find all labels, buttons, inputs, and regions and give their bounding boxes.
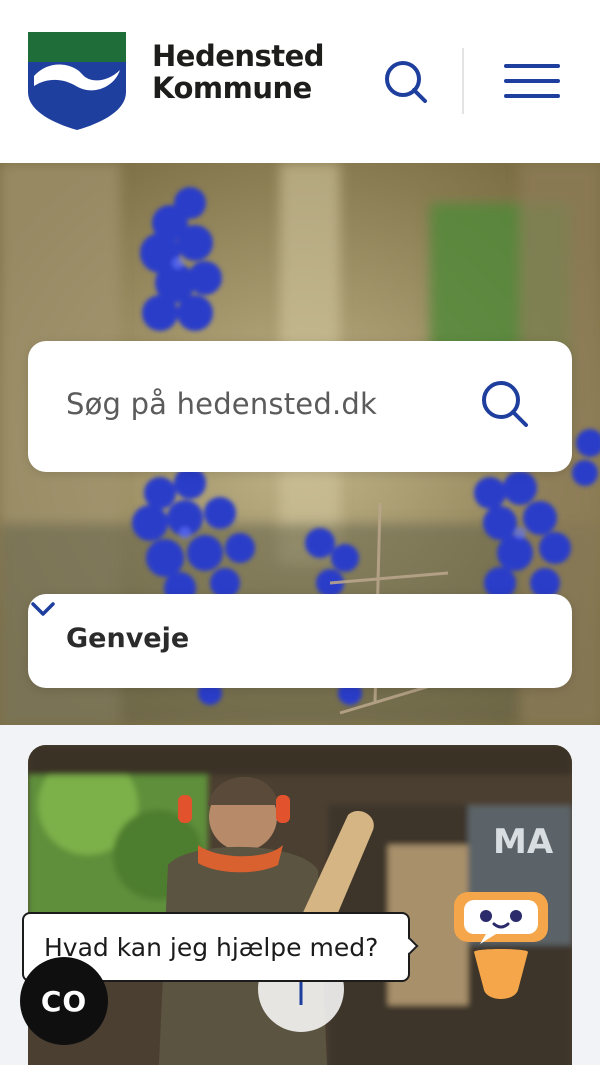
hero-section: Søg på hedensted.dk Genveje — [0, 163, 600, 725]
header-search-button[interactable] — [380, 56, 432, 108]
chevron-down-icon — [31, 602, 55, 616]
search-icon — [385, 61, 427, 103]
shortcuts-label: Genveje — [66, 623, 190, 654]
site-header: Hedensted Kommune — [0, 0, 600, 163]
svg-text:MA: MA — [493, 822, 554, 862]
search-icon — [482, 381, 528, 427]
hamburger-menu-icon — [504, 64, 560, 68]
hedensted-logo-icon[interactable] — [28, 32, 126, 130]
shortcuts-dropdown[interactable]: Genveje — [28, 594, 572, 688]
search-input[interactable]: Søg på hedensted.dk — [66, 387, 377, 421]
logo-line-1: Hedensted — [152, 39, 325, 73]
search-submit-button[interactable] — [480, 379, 536, 435]
chat-launcher-button[interactable]: CO — [20, 957, 108, 1045]
site-search-field[interactable]: Søg på hedensted.dk — [28, 341, 572, 472]
menu-button[interactable] — [500, 58, 564, 104]
logo-wordmark[interactable]: Hedensted Kommune — [152, 39, 325, 105]
logo-line-2: Kommune — [152, 71, 312, 105]
header-divider — [462, 48, 464, 114]
chatbot-robot-icon[interactable] — [446, 886, 556, 1006]
chat-launcher-icon: CO — [40, 984, 88, 1018]
chat-prompt-text: Hvad kan jeg hjælpe med? — [44, 933, 379, 962]
